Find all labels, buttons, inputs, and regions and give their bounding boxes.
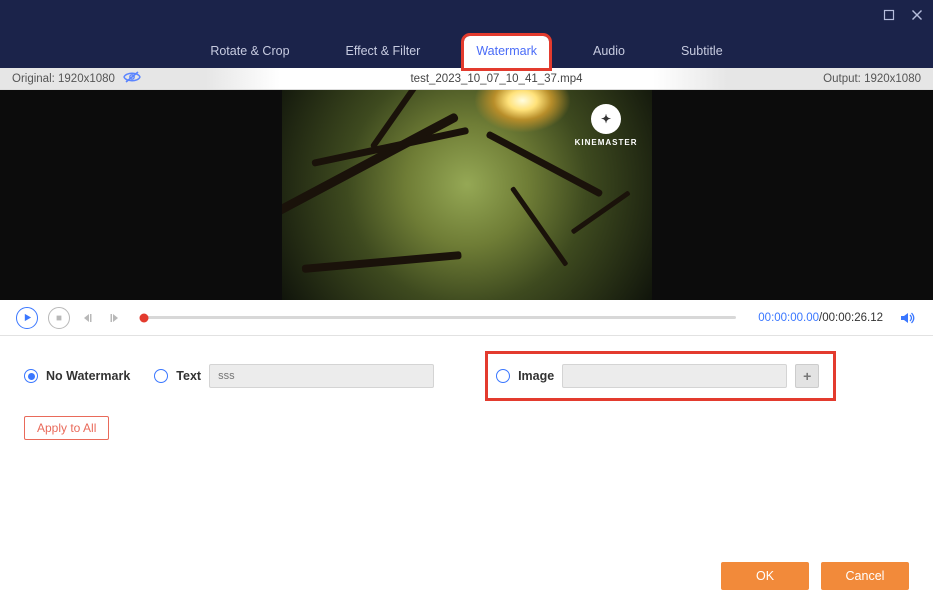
tab-subtitle[interactable]: Subtitle bbox=[669, 36, 735, 68]
kinemaster-logo-icon: ✦ bbox=[591, 104, 621, 134]
original-resolution: Original: 1920x1080 bbox=[12, 73, 115, 85]
next-icon bbox=[108, 312, 120, 324]
prev-frame-button[interactable] bbox=[80, 310, 96, 326]
tab-audio[interactable]: Audio bbox=[581, 36, 637, 68]
infobar: Original: 1920x1080 test_2023_10_07_10_4… bbox=[0, 68, 933, 90]
current-time: 00:00:00.00 bbox=[758, 312, 819, 324]
tab-watermark[interactable]: Watermark bbox=[464, 36, 549, 68]
filename: test_2023_10_07_10_41_37.mp4 bbox=[232, 73, 761, 85]
ok-button[interactable]: OK bbox=[721, 562, 809, 590]
image-watermark-input[interactable] bbox=[562, 364, 787, 388]
kinemaster-text: KINEMASTER bbox=[575, 138, 638, 147]
preview-area: ✦ KINEMASTER bbox=[0, 90, 933, 300]
seek-bar[interactable] bbox=[144, 316, 736, 319]
spacer bbox=[0, 446, 933, 550]
time-display: 00:00:00.00/00:00:26.12 bbox=[758, 312, 883, 324]
output-resolution: Output: 1920x1080 bbox=[761, 73, 921, 85]
label-text: Text bbox=[176, 369, 201, 383]
tab-effect-filter[interactable]: Effect & Filter bbox=[334, 36, 433, 68]
option-no-watermark[interactable]: No Watermark bbox=[24, 369, 130, 383]
seek-knob[interactable] bbox=[140, 313, 149, 322]
watermark-options: No Watermark Text Image + bbox=[0, 336, 933, 410]
text-watermark-input[interactable] bbox=[209, 364, 434, 388]
total-time: /00:00:26.12 bbox=[819, 312, 883, 324]
label-no-watermark: No Watermark bbox=[46, 369, 130, 383]
play-icon bbox=[23, 313, 32, 322]
add-image-button[interactable]: + bbox=[795, 364, 819, 388]
kinemaster-badge: ✦ KINEMASTER bbox=[575, 104, 638, 147]
close-button[interactable] bbox=[909, 7, 925, 23]
stop-button[interactable] bbox=[48, 307, 70, 329]
close-icon bbox=[911, 9, 923, 21]
option-text[interactable]: Text bbox=[154, 369, 201, 383]
playback-controls: 00:00:00.00/00:00:26.12 bbox=[0, 300, 933, 336]
tab-rotate-crop[interactable]: Rotate & Crop bbox=[198, 36, 301, 68]
next-frame-button[interactable] bbox=[106, 310, 122, 326]
label-image: Image bbox=[518, 369, 554, 383]
eye-off-icon bbox=[123, 70, 141, 84]
volume-button[interactable] bbox=[899, 309, 917, 327]
tabbar: Rotate & Crop Effect & Filter Watermark … bbox=[0, 30, 933, 68]
play-button[interactable] bbox=[16, 307, 38, 329]
apply-to-all-button[interactable]: Apply to All bbox=[24, 416, 109, 440]
footer: OK Cancel bbox=[0, 550, 933, 600]
video-frame: ✦ KINEMASTER bbox=[282, 90, 652, 300]
radio-text[interactable] bbox=[154, 369, 168, 383]
option-text-group: Text bbox=[154, 364, 434, 388]
radio-image[interactable] bbox=[496, 369, 510, 383]
maximize-button[interactable] bbox=[881, 7, 897, 23]
volume-icon bbox=[900, 311, 916, 325]
radio-no-watermark[interactable] bbox=[24, 369, 38, 383]
option-image-group: Image + bbox=[488, 354, 833, 398]
window: Rotate & Crop Effect & Filter Watermark … bbox=[0, 0, 933, 600]
apply-row: Apply to All bbox=[0, 410, 933, 446]
cancel-button[interactable]: Cancel bbox=[821, 562, 909, 590]
option-image[interactable]: Image bbox=[496, 369, 554, 383]
toggle-preview-visibility[interactable] bbox=[123, 70, 141, 87]
titlebar bbox=[0, 0, 933, 30]
plus-icon: + bbox=[803, 368, 811, 384]
maximize-icon bbox=[883, 9, 895, 21]
prev-icon bbox=[82, 312, 94, 324]
stop-icon bbox=[55, 314, 63, 322]
